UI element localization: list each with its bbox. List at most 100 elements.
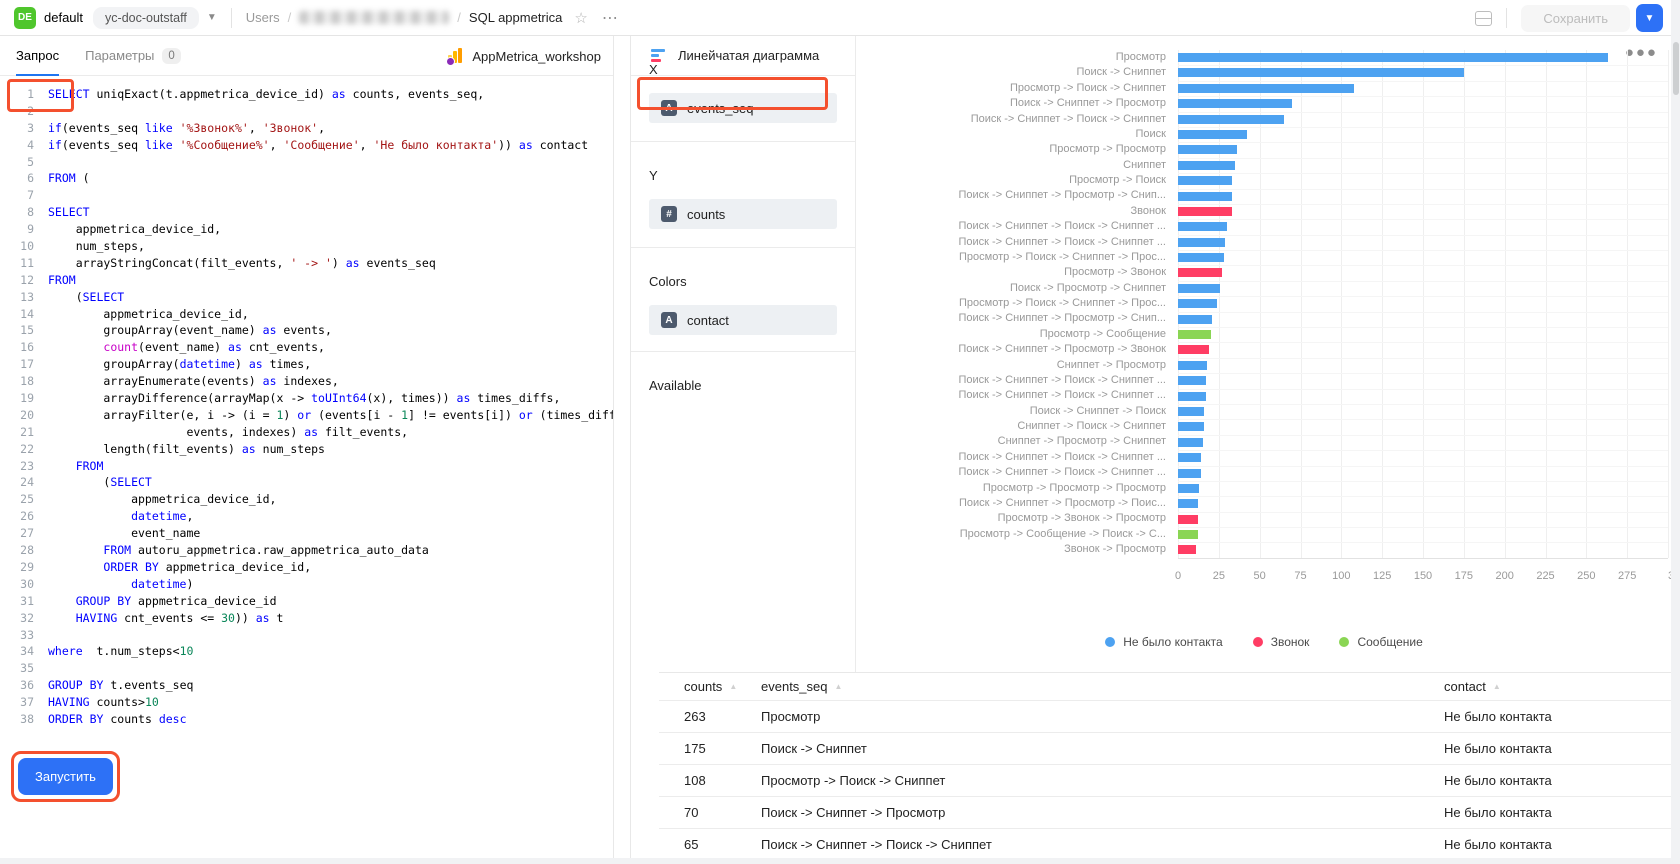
bar[interactable]	[1178, 407, 1204, 416]
category-label: Просмотр -> Звонок	[856, 265, 1166, 280]
code-text	[34, 103, 48, 120]
code-text: groupArray(datetime) as times,	[34, 356, 311, 373]
bar[interactable]	[1178, 145, 1237, 154]
bar[interactable]	[1178, 192, 1232, 201]
legend-item[interactable]: Сообщение	[1339, 635, 1422, 649]
legend-item[interactable]: Звонок	[1253, 635, 1310, 649]
code-text: events, indexes) as filt_events,	[34, 424, 408, 441]
bar[interactable]	[1178, 545, 1196, 554]
more-menu-icon[interactable]: ⋯	[602, 8, 619, 28]
category-label: Просмотр -> Звонок -> Просмотр	[856, 511, 1166, 526]
favorite-star-icon[interactable]: ☆	[574, 9, 587, 27]
table-cell: Поиск -> Сниппет	[736, 733, 1419, 764]
bar[interactable]	[1178, 422, 1204, 431]
code-line: 12FROM	[0, 272, 613, 289]
category-label: Поиск -> Сниппет	[856, 65, 1166, 80]
table-cell: 108	[659, 765, 736, 796]
save-dropdown-button[interactable]: ▼	[1636, 4, 1663, 32]
bar[interactable]	[1178, 376, 1206, 385]
code-text	[34, 154, 48, 171]
bar[interactable]	[1178, 115, 1284, 124]
bar[interactable]	[1178, 453, 1201, 462]
line-number: 18	[0, 373, 34, 390]
bar[interactable]	[1178, 238, 1225, 247]
config-section-colors: ColorsAcontact	[631, 248, 855, 352]
bar[interactable]	[1178, 499, 1198, 508]
column-header-events_seq[interactable]: events_seq▲	[736, 673, 1419, 700]
category-label: Просмотр -> Сообщение	[856, 327, 1166, 342]
code-text: appmetrica_device_id,	[34, 221, 221, 238]
column-header-counts[interactable]: counts▲	[659, 673, 736, 700]
code-text: num_steps,	[34, 238, 145, 255]
line-number: 20	[0, 407, 34, 424]
bar[interactable]	[1178, 361, 1207, 370]
bar[interactable]	[1178, 345, 1209, 354]
field-chip-events_seq[interactable]: Aevents_seq	[649, 93, 837, 123]
bar-chart-icon	[651, 49, 665, 62]
code-line: 33	[0, 627, 613, 644]
panel-layout-icon[interactable]	[1475, 11, 1492, 26]
x-tick-label: 75	[1294, 570, 1306, 582]
bar[interactable]	[1178, 438, 1203, 447]
breadcrumb-root[interactable]: Users	[246, 10, 280, 25]
code-text: count(event_name) as cnt_events,	[34, 339, 325, 356]
bar[interactable]	[1178, 469, 1201, 478]
field-chip-contact[interactable]: Acontact	[649, 305, 837, 335]
bar[interactable]	[1178, 253, 1224, 262]
table-cell: Не было контакта	[1419, 797, 1672, 828]
row-gridline	[1178, 96, 1668, 97]
bar[interactable]	[1178, 222, 1227, 231]
legend-dot	[1105, 637, 1115, 647]
bar[interactable]	[1178, 392, 1206, 401]
code-text	[34, 187, 48, 204]
bar[interactable]	[1178, 68, 1464, 77]
code-text: GROUP BY appmetrica_device_id	[34, 593, 277, 610]
code-line: 9 appmetrica_device_id,	[0, 221, 613, 238]
code-text: ORDER BY counts desc	[34, 711, 187, 728]
column-header-contact[interactable]: contact▲	[1419, 673, 1672, 700]
row-gridline	[1178, 235, 1668, 236]
bar[interactable]	[1178, 484, 1199, 493]
bar[interactable]	[1178, 299, 1217, 308]
tab-Запрос[interactable]: Запрос	[16, 36, 59, 76]
line-number: 19	[0, 390, 34, 407]
legend-item[interactable]: Не было контакта	[1105, 635, 1222, 649]
folder-selector[interactable]: yc-doc-outstaff	[93, 7, 199, 29]
category-label: Сниппет -> Просмотр	[856, 358, 1166, 373]
category-label: Поиск -> Сниппет -> Поиск -> Сниппет ...	[856, 219, 1166, 234]
bar[interactable]	[1178, 84, 1354, 93]
bar[interactable]	[1178, 161, 1235, 170]
table-row: 108Просмотр -> Поиск -> СниппетНе было к…	[659, 765, 1672, 797]
bar[interactable]	[1178, 315, 1212, 324]
bar[interactable]	[1178, 53, 1608, 62]
column-header-label: events_seq	[761, 679, 828, 694]
bar[interactable]	[1178, 330, 1211, 339]
window-bottom-edge	[0, 858, 1680, 864]
bar[interactable]	[1178, 130, 1247, 139]
bar[interactable]	[1178, 530, 1198, 539]
tab-Параметры[interactable]: Параметры0	[85, 36, 181, 76]
bar[interactable]	[1178, 268, 1222, 277]
x-tick-label: 150	[1414, 570, 1432, 582]
string-type-icon: A	[661, 100, 677, 116]
category-label: Поиск -> Сниппет -> Просмотр	[856, 96, 1166, 111]
field-chip-counts[interactable]: #counts	[649, 199, 837, 229]
bar[interactable]	[1178, 515, 1198, 524]
save-button[interactable]: Сохранить	[1521, 5, 1630, 32]
code-line: 29 ORDER BY appmetrica_device_id,	[0, 559, 613, 576]
breadcrumb-separator: /	[457, 10, 461, 25]
chart-type-selector[interactable]: Линейчатая диаграмма	[631, 36, 856, 76]
run-query-button[interactable]: Запустить	[18, 758, 113, 795]
sql-code-area[interactable]: 1SELECT uniqExact(t.appmetrica_device_id…	[0, 77, 613, 747]
legend-dot	[1253, 637, 1263, 647]
vertical-scrollbar[interactable]	[1673, 42, 1679, 95]
bar[interactable]	[1178, 176, 1232, 185]
bar[interactable]	[1178, 284, 1220, 293]
line-number: 29	[0, 559, 34, 576]
dataset-link[interactable]: AppMetrica_workshop	[448, 36, 601, 76]
bar[interactable]	[1178, 99, 1292, 108]
chevron-down-icon[interactable]: ▼	[207, 12, 217, 23]
line-number: 5	[0, 154, 34, 171]
bar[interactable]	[1178, 207, 1232, 216]
row-gridline	[1178, 189, 1668, 190]
